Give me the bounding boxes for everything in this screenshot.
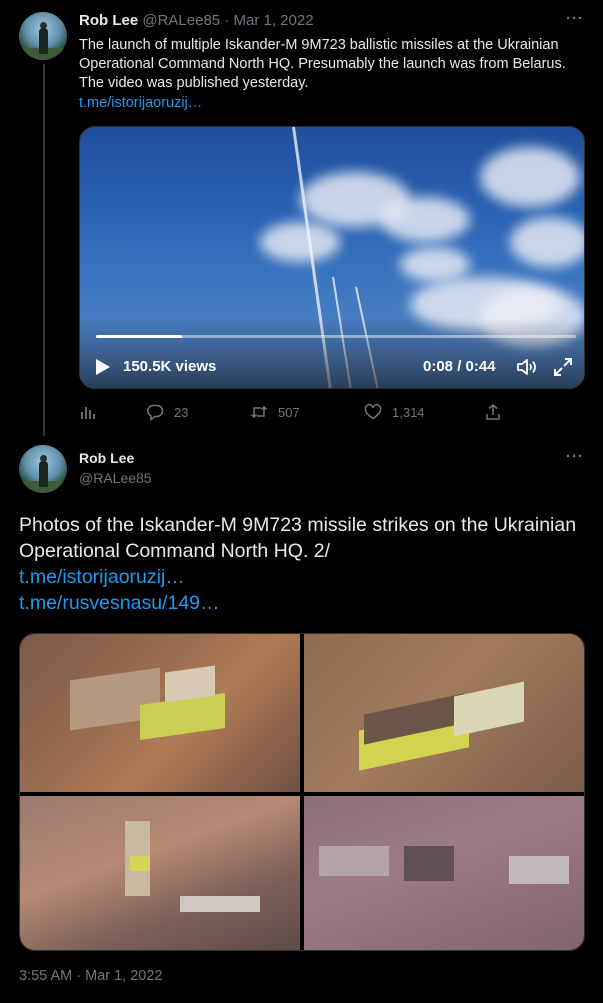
tweet-body: Photos of the Iskander-M 9M723 missile s… — [19, 514, 577, 562]
author-handle[interactable]: @RALee85 — [142, 12, 220, 29]
retweet-count: 507 — [278, 404, 300, 420]
photo[interactable] — [304, 796, 584, 950]
more-options-icon[interactable]: ··· — [566, 448, 584, 465]
photo-detail — [319, 846, 389, 876]
cloud — [510, 217, 584, 267]
heart-icon — [364, 404, 382, 420]
retweet-button[interactable]: 507 — [250, 403, 300, 421]
photo[interactable] — [20, 796, 300, 950]
reply-button[interactable]: 23 — [146, 403, 188, 421]
photo-grid — [19, 633, 585, 951]
photo-detail — [130, 856, 150, 871]
video-progress-bar[interactable] — [96, 335, 576, 338]
avatar[interactable] — [19, 12, 67, 60]
reply-icon — [147, 404, 164, 421]
view-count: 150.5K views — [123, 358, 217, 375]
analytics-button[interactable] — [79, 403, 97, 421]
share-button[interactable] — [484, 403, 502, 421]
volume-icon[interactable] — [516, 357, 538, 377]
author-name[interactable]: Rob Lee — [79, 12, 138, 29]
tweet-timestamp[interactable]: 3:55 AM · Mar 1, 2022 — [19, 968, 162, 984]
tweet-text: The launch of multiple Iskander-M 9M723 … — [79, 37, 566, 91]
play-icon[interactable] — [96, 359, 110, 375]
separator: · — [224, 12, 230, 29]
video-controls-shade — [80, 318, 584, 388]
author-handle[interactable]: @RALee85 — [79, 470, 152, 486]
fullscreen-icon[interactable] — [553, 357, 573, 377]
tweet-date[interactable]: Mar 1, 2022 — [233, 12, 313, 29]
tweet-link[interactable]: t.me/istorijaoruzij… — [19, 564, 589, 590]
photo-detail — [509, 856, 569, 884]
photo-detail — [404, 846, 454, 881]
video-progress-fill — [96, 335, 183, 338]
photo-detail — [454, 681, 524, 737]
tweet-link[interactable]: t.me/rusvesnasu/149… — [19, 590, 589, 616]
cloud — [400, 247, 470, 282]
tweet-text: Photos of the Iskander-M 9M723 missile s… — [19, 512, 589, 616]
more-options-icon[interactable]: ··· — [566, 10, 584, 27]
video-player[interactable]: 150.5K views 0:08 / 0:44 — [79, 126, 585, 389]
cloud — [260, 222, 340, 262]
thread-line — [43, 64, 45, 436]
retweet-icon — [250, 405, 268, 419]
tweet-header: Rob Lee @RALee85 · Mar 1, 2022 — [79, 12, 314, 29]
cloud — [380, 197, 470, 242]
photo[interactable] — [304, 634, 584, 792]
tweet-actions: 23 507 1,314 — [79, 403, 579, 423]
author-name[interactable]: Rob Lee — [79, 450, 134, 466]
cloud — [480, 147, 580, 207]
tweet-link[interactable]: t.me/istorijaoruzij… — [79, 95, 202, 111]
avatar-figure — [39, 461, 48, 487]
like-count: 1,314 — [392, 404, 425, 420]
avatar-figure — [39, 28, 48, 54]
photo-detail — [180, 896, 260, 912]
share-icon — [486, 404, 500, 420]
avatar[interactable] — [19, 445, 67, 493]
photo[interactable] — [20, 634, 300, 792]
reply-count: 23 — [174, 404, 189, 420]
like-button[interactable]: 1,314 — [364, 403, 425, 421]
analytics-icon — [81, 407, 95, 419]
video-time: 0:08 / 0:44 — [423, 358, 496, 375]
